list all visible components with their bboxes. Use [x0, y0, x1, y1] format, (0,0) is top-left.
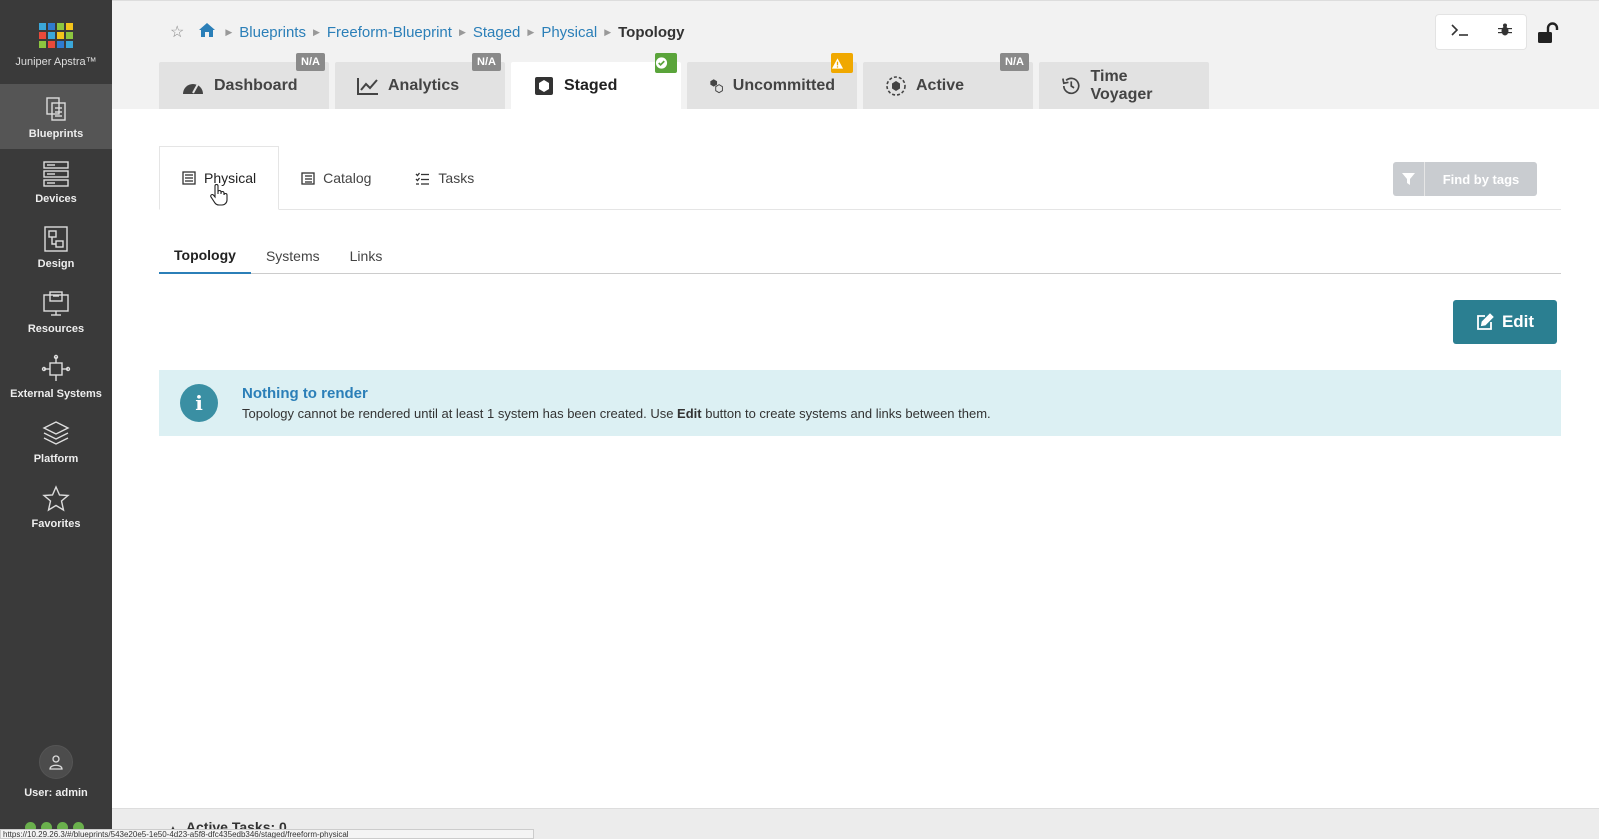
sidebar-item-label: Resources [27, 322, 85, 335]
alert-message: Topology cannot be rendered until at lea… [242, 406, 991, 421]
tab-label: Active [916, 76, 965, 94]
app-name: Juniper Apstra™ [15, 55, 97, 68]
sidebar-item-blueprints[interactable]: Blueprints [0, 84, 112, 149]
breadcrumb-current: Topology [618, 23, 685, 41]
sidebar-item-external-systems[interactable]: External Systems [0, 344, 112, 409]
apstra-logo-icon [39, 22, 73, 48]
tab-analytics[interactable]: Analytics N/A [335, 53, 505, 109]
breadcrumb-staged[interactable]: Staged [473, 24, 521, 41]
tab-tasks[interactable]: Tasks [393, 146, 496, 210]
find-by-tags-label: Find by tags [1442, 171, 1520, 187]
physical-icon [182, 171, 196, 185]
star-icon [42, 484, 70, 511]
external-systems-icon [41, 354, 71, 381]
alert-title: Nothing to render [242, 385, 368, 402]
platform-icon [42, 420, 70, 445]
favorite-star-icon[interactable]: ☆ [170, 22, 184, 42]
analytics-icon [357, 77, 378, 95]
tab-label: Uncommitted [732, 76, 835, 94]
dashboard-icon [183, 83, 203, 94]
staged-icon [535, 76, 553, 95]
blueprints-icon [46, 96, 66, 121]
design-icon [44, 225, 68, 252]
app-logo[interactable]: Juniper Apstra™ [0, 0, 112, 84]
sidebar-item-label: Devices [35, 192, 77, 205]
hand-cursor-icon [210, 184, 228, 211]
edit-icon [1477, 313, 1494, 330]
tab-topology[interactable]: Topology [159, 238, 251, 274]
devices-icon [43, 160, 69, 187]
uncommitted-icon [710, 78, 723, 93]
tab-label: Analytics [388, 76, 460, 94]
sidebar-item-favorites[interactable]: Favorites [0, 474, 112, 539]
sidebar-item-label: Favorites [31, 517, 81, 530]
sidebar-item-label: External Systems [10, 387, 102, 400]
tab-systems[interactable]: Systems [251, 238, 335, 274]
home-icon[interactable] [198, 22, 216, 42]
sidebar-item-label: Platform [33, 452, 79, 465]
status-badge: N/A [472, 53, 501, 71]
sidebar-item-label: Blueprints [28, 127, 84, 140]
tasks-icon [415, 172, 430, 185]
bug-icon[interactable] [1497, 23, 1512, 42]
user-icon [39, 745, 73, 779]
breadcrumb-separator-icon: ▶ [312, 26, 320, 37]
breadcrumb-separator-icon: ▶ [225, 26, 233, 37]
breadcrumb-separator-icon: ▶ [527, 26, 535, 37]
catalog-icon [301, 171, 315, 185]
main-tabs: Dashboard N/A Analytics N/A Staged Uncom… [159, 53, 1209, 109]
info-icon: i [180, 384, 218, 422]
tab-label: Dashboard [214, 76, 298, 94]
tab-uncommitted[interactable]: Uncommitted [687, 53, 857, 109]
breadcrumb-blueprints[interactable]: Blueprints [239, 24, 306, 41]
unlock-icon[interactable] [1537, 22, 1559, 49]
breadcrumb-physical[interactable]: Physical [541, 24, 597, 41]
sidebar-item-design[interactable]: Design [0, 214, 112, 279]
active-icon [886, 75, 906, 96]
find-by-tags-button[interactable]: Find by tags [1393, 162, 1537, 196]
info-alert: i Nothing to render Topology cannot be r… [159, 370, 1561, 436]
resources-icon [43, 290, 69, 316]
warning-badge-icon [831, 53, 853, 73]
sub-tabs: Physical Catalog Tasks Find by tags [159, 146, 1561, 210]
sidebar-item-label: Design [37, 257, 75, 270]
tab-catalog[interactable]: Catalog [279, 146, 393, 210]
breadcrumb-separator-icon: ▶ [604, 26, 612, 37]
user-label: User: admin [24, 787, 88, 799]
terminal-icon[interactable] [1450, 23, 1469, 42]
sidebar-item-resources[interactable]: Resources [0, 279, 112, 344]
filter-icon [1393, 162, 1425, 196]
tab-dashboard[interactable]: Dashboard N/A [159, 53, 329, 109]
tab-label: Staged [564, 76, 618, 94]
tab-links[interactable]: Links [335, 238, 398, 274]
breadcrumb-separator-icon: ▶ [458, 26, 466, 37]
history-icon [1062, 77, 1080, 94]
tab-label: Time Voyager [1090, 67, 1153, 103]
status-badge: N/A [296, 53, 325, 71]
toolbar [1435, 14, 1527, 50]
tab-label: Tasks [438, 170, 475, 186]
edit-button[interactable]: Edit [1453, 300, 1557, 344]
breadcrumb-freeform-blueprint[interactable]: Freeform-Blueprint [327, 24, 452, 41]
status-badge: N/A [1000, 53, 1029, 71]
sidebar-item-platform[interactable]: Platform [0, 409, 112, 474]
tab-staged[interactable]: Staged [511, 53, 681, 109]
user-menu[interactable]: User: admin [0, 745, 112, 799]
sidebar-item-devices[interactable]: Devices [0, 149, 112, 214]
tab-active[interactable]: Active N/A [863, 53, 1033, 109]
ok-badge-icon [655, 53, 677, 73]
tab-time-voyager[interactable]: Time Voyager [1039, 62, 1209, 109]
edit-button-label: Edit [1501, 312, 1535, 331]
breadcrumb: ☆ ▶ Blueprints ▶ Freeform-Blueprint ▶ St… [170, 22, 684, 42]
status-url: https://10.29.26.3/#/blueprints/543e20e5… [0, 829, 534, 839]
view-tabs: Topology Systems Links [159, 238, 1561, 274]
sidebar: Juniper Apstra™ Blueprints Devices Desig… [0, 0, 112, 839]
tab-label: Catalog [323, 170, 372, 186]
